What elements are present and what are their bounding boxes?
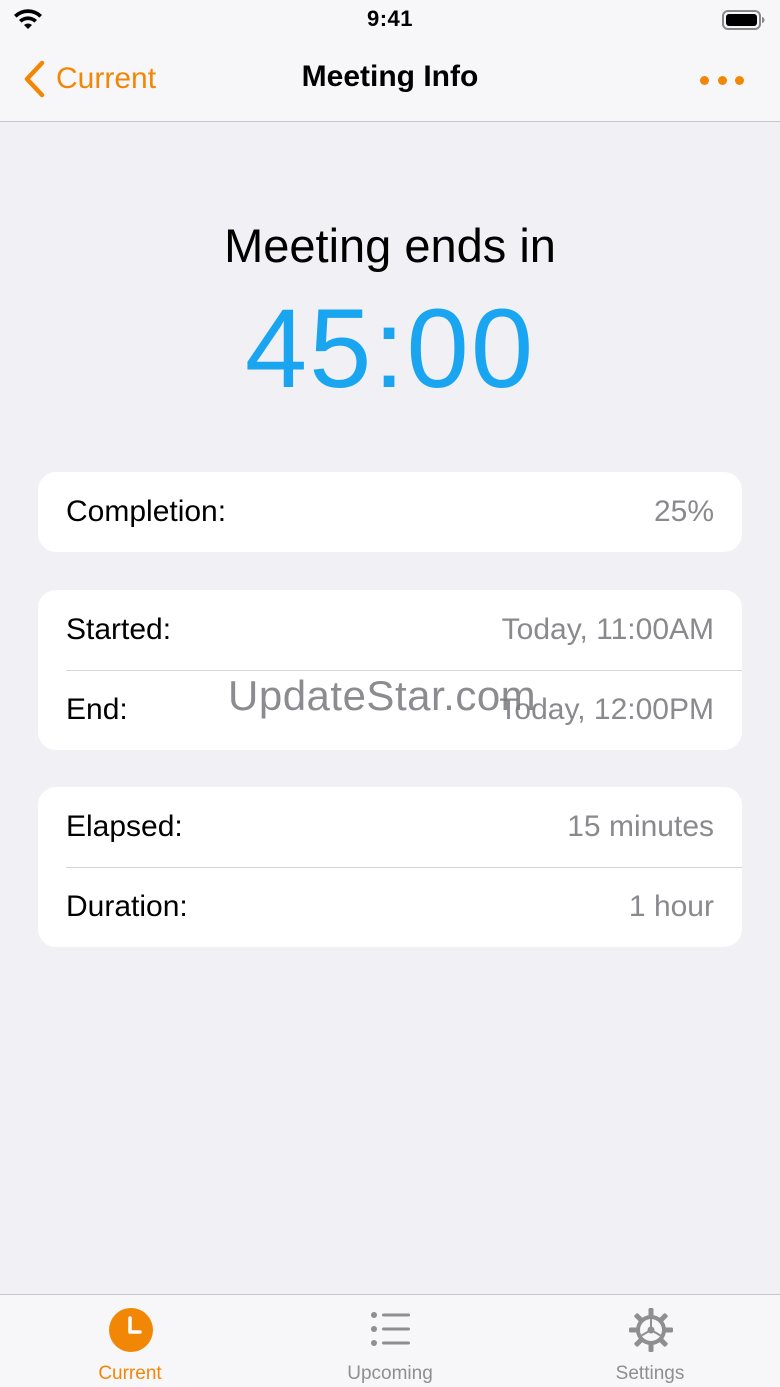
gear-icon: [629, 1308, 673, 1352]
row-label: Duration:: [66, 890, 188, 923]
battery-icon: [722, 10, 765, 30]
row-value: 1 hour: [628, 890, 714, 923]
more-dot-icon: [717, 75, 727, 85]
status-bar: 9:41: [0, 0, 780, 40]
row-label: Completion:: [66, 495, 227, 528]
clock-icon: [109, 1308, 153, 1352]
meeting-info-screen: 9:41 Current Meeting Info Meeting ends i…: [0, 0, 780, 1387]
more-dot-icon: [700, 75, 709, 85]
row-label: End:: [66, 693, 128, 726]
started-row: Started: Today, 11:00AM: [38, 590, 742, 670]
end-row: End: Today, 12:00PM: [38, 670, 742, 750]
navigation-bar: Current Meeting Info: [0, 40, 780, 122]
tab-label: Upcoming: [347, 1363, 433, 1384]
status-time: 9:41: [366, 6, 414, 31]
completion-row: Completion: 25%: [38, 472, 742, 552]
durations-card: Elapsed: 15 minutes Duration: 1 hour: [38, 787, 742, 947]
row-label: Elapsed:: [66, 810, 183, 843]
duration-row: Duration: 1 hour: [38, 867, 742, 947]
times-card: Started: Today, 11:00AM End: Today, 12:0…: [38, 590, 742, 750]
elapsed-row: Elapsed: 15 minutes: [38, 787, 742, 867]
row-value: Today, 11:00AM: [501, 613, 714, 646]
more-options-button[interactable]: [700, 68, 744, 92]
row-value: 15 minutes: [567, 810, 714, 843]
tab-bar: Current Upcoming Settings: [0, 1294, 780, 1387]
list-icon: [371, 1312, 410, 1346]
tab-upcoming[interactable]: Upcoming: [290, 1295, 490, 1387]
meeting-ends-label: Meeting ends in: [224, 219, 556, 272]
row-value: 25%: [653, 495, 714, 528]
tab-current[interactable]: Current: [30, 1295, 230, 1387]
completion-card: Completion: 25%: [38, 472, 742, 552]
tab-label: Current: [98, 1363, 162, 1384]
countdown-timer: 45:00: [244, 286, 536, 411]
row-label: Started:: [66, 613, 172, 646]
tab-label: Settings: [615, 1363, 685, 1384]
tab-settings[interactable]: Settings: [550, 1295, 750, 1387]
more-dot-icon: [735, 75, 744, 85]
page-title: Meeting Info: [301, 60, 479, 93]
row-value: Today, 12:00PM: [499, 693, 714, 726]
